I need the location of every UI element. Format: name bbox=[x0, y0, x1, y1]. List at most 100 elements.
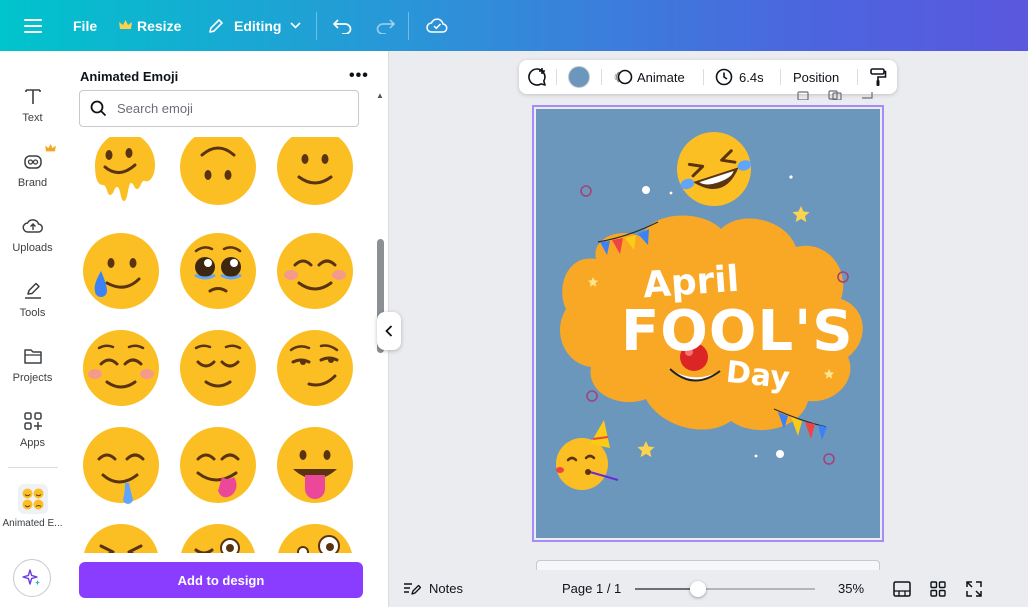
zoom-level-button[interactable]: 35% bbox=[838, 570, 864, 607]
file-menu[interactable]: File bbox=[73, 0, 97, 51]
next-page-preview[interactable] bbox=[536, 560, 880, 570]
search-input[interactable] bbox=[117, 101, 337, 116]
redo-icon bbox=[376, 18, 395, 34]
animate-icon bbox=[614, 69, 633, 85]
editing-mode-dropdown[interactable]: Editing bbox=[207, 0, 302, 51]
rail-item-uploads[interactable]: Uploads bbox=[0, 213, 65, 254]
resize-button[interactable]: Resize bbox=[119, 0, 181, 51]
emoji-upside-down-face[interactable] bbox=[178, 137, 258, 207]
scroll-up-arrow[interactable]: ▲ bbox=[376, 91, 384, 100]
rail-label: Tools bbox=[19, 307, 46, 319]
redo-button[interactable] bbox=[375, 0, 395, 51]
emoji-grinning-squinting-face[interactable] bbox=[81, 522, 161, 553]
rail-label: Uploads bbox=[12, 242, 53, 254]
chevron-left-icon bbox=[385, 325, 393, 337]
resize-label: Resize bbox=[137, 17, 182, 34]
toolbar-divider bbox=[601, 69, 602, 85]
rail-label: Apps bbox=[19, 437, 46, 449]
animate-button[interactable]: Animate bbox=[613, 60, 685, 94]
text-day[interactable]: Day bbox=[724, 355, 791, 396]
emoji-smiling-face-with-smiling-eyes[interactable] bbox=[275, 231, 355, 311]
rail-divider bbox=[8, 467, 58, 468]
chevron-down-icon bbox=[290, 22, 302, 29]
toolbar-divider bbox=[408, 12, 409, 40]
partying-emoji bbox=[556, 420, 619, 490]
rail-label: Text bbox=[22, 112, 43, 124]
panel-title: Animated Emoji bbox=[80, 69, 179, 84]
emoji-relieved-face[interactable] bbox=[178, 328, 258, 408]
zoom-slider-thumb[interactable] bbox=[690, 581, 706, 597]
more-options-button[interactable]: ••• bbox=[349, 67, 369, 85]
crown-icon bbox=[44, 144, 56, 152]
color-swatch-button[interactable] bbox=[568, 60, 590, 94]
brand-icon bbox=[23, 155, 42, 169]
rail-item-tools[interactable]: Tools bbox=[0, 278, 65, 319]
duration-label: 6.4s bbox=[739, 69, 764, 85]
emoji-winking-face[interactable] bbox=[178, 522, 258, 553]
grid-view-button[interactable] bbox=[930, 570, 946, 607]
emoji-smirking-face[interactable] bbox=[275, 328, 355, 408]
emoji-zany-face[interactable] bbox=[275, 522, 355, 553]
notes-button[interactable]: Notes bbox=[403, 570, 463, 607]
undo-icon bbox=[333, 18, 352, 34]
save-status-button[interactable] bbox=[426, 0, 448, 51]
clock-icon bbox=[715, 68, 733, 86]
crown-icon bbox=[119, 20, 132, 29]
emoji-grid bbox=[65, 137, 389, 553]
emoji-search[interactable] bbox=[79, 90, 359, 127]
position-label: Position bbox=[793, 69, 840, 85]
emoji-melting-face[interactable] bbox=[81, 137, 161, 207]
swirl-decoration bbox=[586, 390, 598, 402]
color-swatch bbox=[568, 66, 590, 88]
rail-item-text[interactable]: Text bbox=[0, 83, 65, 124]
folder-icon bbox=[23, 349, 42, 364]
bottom-bar: Notes Page 1 / 1 35% bbox=[390, 570, 1028, 607]
animate-label: Animate bbox=[637, 69, 685, 85]
emoji-drooling-face[interactable] bbox=[81, 425, 161, 505]
confetti-dot bbox=[669, 191, 673, 195]
emoji-smiling-face[interactable] bbox=[81, 328, 161, 408]
text-fools[interactable]: FOOL'S bbox=[621, 299, 854, 364]
emoji-face-savoring-food[interactable] bbox=[178, 425, 258, 505]
magic-assistant-button[interactable] bbox=[13, 559, 51, 597]
emoji-panel: Animated Emoji ••• ▲ bbox=[65, 51, 389, 607]
lock-page-icon[interactable] bbox=[796, 90, 810, 100]
pen-icon bbox=[24, 282, 41, 299]
rail-item-projects[interactable]: Projects bbox=[0, 343, 65, 384]
page-view-button[interactable] bbox=[893, 570, 911, 607]
rail-item-apps[interactable]: Apps bbox=[0, 408, 65, 449]
emoji-face-with-tongue[interactable] bbox=[275, 425, 355, 505]
rail-item-animated-emoji[interactable]: Animated E... bbox=[0, 483, 65, 529]
add-to-design-button[interactable]: Add to design bbox=[79, 562, 363, 598]
design-page[interactable]: April FOOL'S Day bbox=[536, 109, 880, 538]
comment-add-icon bbox=[528, 68, 546, 86]
duplicate-page-icon[interactable] bbox=[828, 90, 842, 100]
menu-button[interactable] bbox=[24, 0, 42, 51]
emoji-pleading-face[interactable] bbox=[178, 231, 258, 311]
star-decoration bbox=[637, 441, 655, 458]
collapse-panel-button[interactable] bbox=[377, 312, 401, 350]
rail-label: Brand bbox=[17, 177, 48, 189]
more-icon: ••• bbox=[349, 67, 369, 84]
swirl-decoration bbox=[580, 185, 592, 197]
zoom-label: 35% bbox=[838, 581, 865, 596]
file-label: File bbox=[73, 17, 98, 34]
page-label: Page 1 / 1 bbox=[562, 581, 622, 596]
zoom-slider[interactable] bbox=[635, 581, 815, 597]
notes-label: Notes bbox=[429, 581, 463, 596]
undo-button[interactable] bbox=[333, 0, 353, 51]
design-page-selection[interactable]: April FOOL'S Day bbox=[532, 105, 884, 542]
duration-button[interactable]: 6.4s bbox=[715, 60, 764, 94]
emoji-face-holding-back-tears[interactable] bbox=[81, 231, 161, 311]
copy-style-button[interactable] bbox=[869, 60, 887, 94]
position-button[interactable]: Position bbox=[793, 60, 839, 94]
page-indicator[interactable]: Page 1 / 1 bbox=[562, 570, 621, 607]
comment-button[interactable] bbox=[527, 60, 547, 94]
rail-label: Animated E... bbox=[2, 518, 63, 529]
fullscreen-icon bbox=[966, 580, 982, 597]
rail-item-brand[interactable]: Brand bbox=[0, 144, 65, 189]
add-page-icon[interactable] bbox=[860, 90, 874, 100]
top-bar: File Resize Editing bbox=[0, 0, 1028, 51]
fullscreen-button[interactable] bbox=[966, 570, 982, 607]
emoji-slightly-smiling-face[interactable] bbox=[275, 137, 355, 207]
